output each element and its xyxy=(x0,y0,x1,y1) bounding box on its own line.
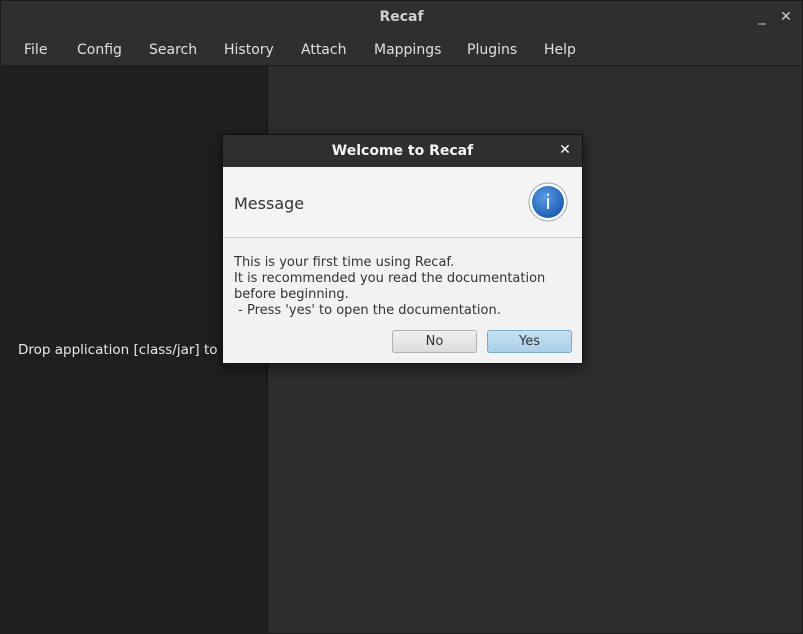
menu-search[interactable]: Search xyxy=(149,42,197,58)
no-button[interactable]: No xyxy=(392,330,477,353)
yes-button[interactable]: Yes xyxy=(487,330,572,353)
welcome-dialog: Welcome to Recaf ✕ Message i This is you… xyxy=(222,134,583,364)
message-line: before beginning. xyxy=(234,287,349,302)
close-icon[interactable]: ✕ xyxy=(776,7,796,27)
dialog-message: This is your first time using Recaf. It … xyxy=(234,255,572,319)
dialog-header-text: Message xyxy=(234,194,305,213)
info-icon: i xyxy=(528,182,568,222)
dialog-close-icon[interactable]: ✕ xyxy=(557,142,573,158)
dialog-titlebar[interactable]: Welcome to Recaf ✕ xyxy=(223,135,582,167)
window-titlebar[interactable]: Recaf _ ✕ xyxy=(1,1,802,34)
window-title: Recaf xyxy=(379,9,424,25)
dialog-header: Message i xyxy=(223,167,582,238)
menu-file[interactable]: File xyxy=(24,42,47,58)
message-line: - Press 'yes' to open the documentation. xyxy=(234,303,501,318)
menu-attach[interactable]: Attach xyxy=(301,42,346,58)
recaf-window: Recaf _ ✕ File Config Search History Att… xyxy=(0,0,803,634)
message-line: This is your first time using Recaf. xyxy=(234,255,455,270)
drop-hint-text: Drop application [class/jar] to b xyxy=(18,342,231,358)
menu-help[interactable]: Help xyxy=(544,42,576,58)
minimize-icon[interactable]: _ xyxy=(752,7,772,27)
menu-bar: File Config Search History Attach Mappin… xyxy=(1,34,802,66)
menu-mappings[interactable]: Mappings xyxy=(374,42,441,58)
message-line: It is recommended you read the documenta… xyxy=(234,271,546,286)
dialog-title: Welcome to Recaf xyxy=(331,143,474,159)
menu-config[interactable]: Config xyxy=(77,42,122,58)
info-glyph: i xyxy=(545,190,551,214)
menu-history[interactable]: History xyxy=(224,42,274,58)
menu-plugins[interactable]: Plugins xyxy=(467,42,517,58)
